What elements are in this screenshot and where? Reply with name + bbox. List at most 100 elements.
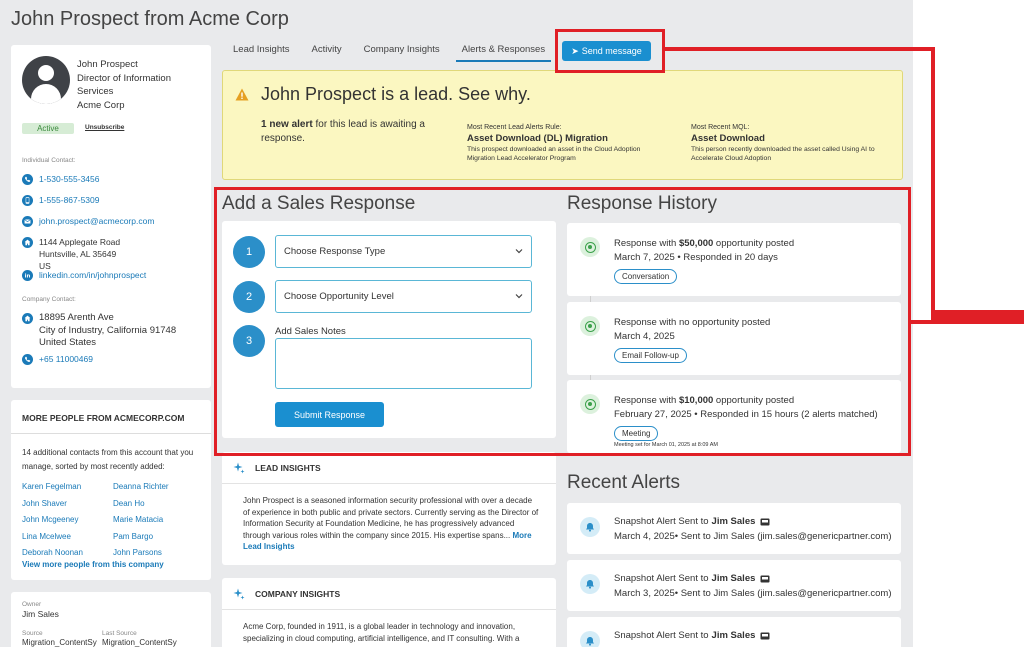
profile-name: John Prospect (77, 59, 138, 70)
alert-summary: Snapshot Alert Sent to Jim Sales (614, 630, 770, 641)
phone2-row[interactable]: 1-555-867-5309 (22, 194, 100, 206)
phone1-link[interactable]: 1-530-555-3456 (39, 173, 100, 185)
sales-response-form: 1 Choose Response Type 2 Choose Opportun… (222, 221, 556, 438)
most-recent-mql: Most Recent MQL: Asset Download This per… (691, 124, 875, 162)
profile-card: John Prospect Director of Information Se… (11, 45, 211, 388)
recent-alerts-title: Recent Alerts (567, 472, 680, 493)
history-summary: Response with $10,000 opportunity posted (614, 395, 795, 406)
home-icon (22, 237, 33, 248)
owner-value: Jim Sales (22, 609, 59, 619)
tab-company-insights[interactable]: Company Insights (364, 38, 440, 62)
company-insights-body: Acme Corp, founded in 1911, is a global … (243, 622, 520, 643)
company-address: 18895 Arenth Ave City of Industry, Calif… (39, 312, 177, 348)
lead-alert-banner: John Prospect is a lead. See why. 1 new … (222, 70, 903, 180)
sales-notes-textarea[interactable] (275, 338, 532, 389)
linkedin-icon: in (22, 270, 33, 281)
inbox-icon (760, 575, 770, 582)
unsubscribe-link[interactable]: Unsubscribe (85, 124, 124, 131)
linkedin-row[interactable]: in linkedin.com/in/johnprospect (22, 269, 146, 281)
annotation-line (664, 47, 934, 51)
email-link[interactable]: john.prospect@acmecorp.com (39, 215, 154, 227)
page-title: John Prospect from Acme Corp (11, 8, 289, 30)
app-window: John Prospect from Acme Corp John Prospe… (0, 0, 913, 647)
last-source-value: Migration_ContentSy (102, 638, 177, 647)
person-link[interactable]: Pam Bargo (113, 529, 204, 546)
sales-response-title: Add a Sales Response (222, 193, 416, 214)
person-link[interactable]: Marie Matacia (113, 512, 204, 529)
send-message-button[interactable]: ➤ Send message (562, 41, 651, 61)
sparkle-icon (233, 588, 245, 600)
response-tag: Meeting (614, 426, 659, 441)
more-people-card: MORE PEOPLE FROM ACMECORP.COM 14 additio… (11, 400, 211, 580)
owner-card: Owner Jim Sales Source Migration_Content… (11, 592, 211, 647)
more-people-title: MORE PEOPLE FROM ACMECORP.COM (22, 413, 185, 423)
banner-headline: John Prospect is a lead. See why. (261, 84, 531, 104)
people-list: Karen Fegelman Deanna Richter John Shave… (22, 479, 206, 562)
alert-summary: Snapshot Alert Sent to Jim Sales (614, 516, 770, 527)
inbox-icon (760, 632, 770, 639)
inbox-icon (760, 518, 770, 525)
new-alert-text: 1 new alert for this lead is awaiting a … (261, 119, 425, 144)
meeting-note: Meeting set for March 01, 2025 at 8:09 A… (614, 442, 718, 448)
phone2-link[interactable]: 1-555-867-5309 (39, 194, 100, 206)
sales-notes-label: Add Sales Notes (275, 326, 346, 337)
phone1-row[interactable]: 1-530-555-3456 (22, 173, 100, 185)
step-3-badge: 3 (233, 325, 265, 357)
chevron-down-icon (515, 294, 523, 299)
source-value: Migration_ContentSy (22, 638, 97, 647)
person-link[interactable]: Dean Ho (113, 496, 204, 513)
lead-insights-card: LEAD INSIGHTS John Prospect is a seasone… (222, 452, 556, 565)
mobile-phone-icon (22, 195, 33, 206)
history-item: Response with no opportunity posted Marc… (567, 302, 901, 375)
response-type-select[interactable]: Choose Response Type (275, 235, 532, 268)
person-link[interactable]: John Shaver (22, 496, 113, 513)
alert-meta: March 4, 2025• Sent to Jim Sales (jim.sa… (614, 531, 892, 542)
last-source-label: Last Source (102, 630, 137, 637)
annotation-line (931, 47, 935, 324)
response-tag: Conversation (614, 269, 678, 284)
company-address-row: 18895 Arenth Ave City of Industry, Calif… (22, 312, 176, 350)
tab-activity[interactable]: Activity (312, 38, 342, 62)
company-home-icon (22, 313, 33, 324)
divider (222, 483, 556, 484)
send-icon: ➤ (571, 45, 579, 56)
email-icon (22, 216, 33, 227)
view-more-people-link[interactable]: View more people from this company (22, 560, 164, 569)
company-phone-link[interactable]: +65 11000469 (39, 353, 93, 365)
alert-item: Snapshot Alert Sent to Jim Sales March 3,… (567, 560, 901, 611)
svg-text:in: in (25, 274, 31, 280)
history-meta: February 27, 2025 • Responded in 15 hour… (614, 409, 878, 420)
individual-contact-label: Individual Contact: (22, 157, 76, 164)
alert-meta: March 3, 2025• Sent to Jim Sales (jim.sa… (614, 588, 892, 599)
divider (11, 433, 211, 434)
target-icon (580, 316, 600, 336)
tab-lead-insights[interactable]: Lead Insights (233, 38, 290, 62)
chevron-down-icon (515, 249, 523, 254)
sparkle-icon (233, 462, 245, 474)
alert-item: Snapshot Alert Sent to Jim Sales (567, 617, 901, 647)
status-badge: Active (22, 123, 74, 134)
person-link[interactable]: John Mcgeeney (22, 512, 113, 529)
alert-item: Snapshot Alert Sent to Jim Sales March 4,… (567, 503, 901, 554)
opportunity-level-select[interactable]: Choose Opportunity Level (275, 280, 532, 313)
tab-alerts-responses[interactable]: Alerts & Responses (455, 38, 552, 62)
person-link[interactable]: Karen Fegelman (22, 479, 113, 496)
company-phone-icon (22, 354, 33, 365)
company-phone-row[interactable]: +65 11000469 (22, 353, 93, 365)
avatar-icon (22, 56, 70, 104)
bell-icon (580, 517, 600, 537)
response-tag: Email Follow-up (614, 348, 687, 363)
send-message-label: Send message (581, 46, 642, 56)
history-item: Response with $10,000 opportunity posted… (567, 380, 901, 453)
tab-bar: Lead Insights Activity Company Insights … (222, 38, 573, 62)
source-label: Source (22, 630, 43, 637)
more-people-description: 14 additional contacts from this account… (22, 448, 194, 471)
person-link[interactable]: Lina Mcelwee (22, 529, 113, 546)
individual-address: 1144 Applegate Road Huntsville, AL 35649… (39, 237, 121, 271)
email-row[interactable]: john.prospect@acmecorp.com (22, 215, 154, 227)
submit-response-button[interactable]: Submit Response (275, 402, 384, 427)
history-meta: March 7, 2025 • Responded in 20 days (614, 252, 778, 263)
person-link[interactable]: Deanna Richter (113, 479, 204, 496)
linkedin-link[interactable]: linkedin.com/in/johnprospect (39, 269, 146, 281)
profile-summary: John Prospect Director of Information Se… (77, 58, 207, 112)
